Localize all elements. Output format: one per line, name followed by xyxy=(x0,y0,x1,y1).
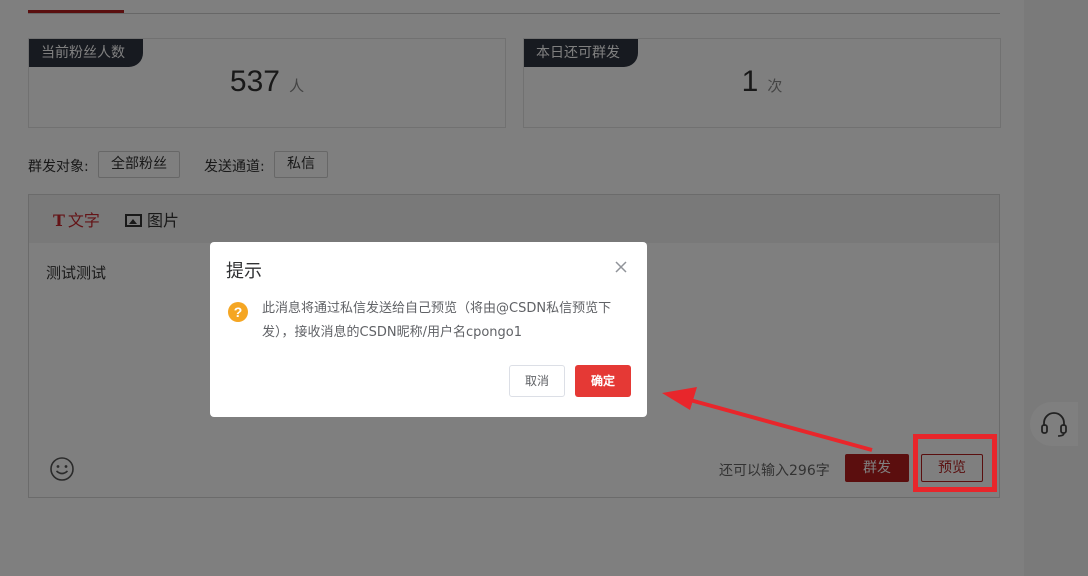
dialog-message: 此消息将通过私信发送给自己预览（将由@CSDN私信预览下发），接收消息的CSDN… xyxy=(262,301,612,340)
confirm-button[interactable]: 确定 xyxy=(575,365,631,397)
dialog-title: 提示 xyxy=(226,261,262,282)
annotation-highlight-box xyxy=(913,434,997,492)
question-icon: ? xyxy=(228,302,248,322)
preview-confirm-dialog: 提示 ? 此消息将通过私信发送给自己预览（将由@CSDN私信预览下发），接收消息… xyxy=(210,242,647,417)
close-icon[interactable] xyxy=(613,259,629,275)
cancel-button[interactable]: 取消 xyxy=(509,365,565,397)
